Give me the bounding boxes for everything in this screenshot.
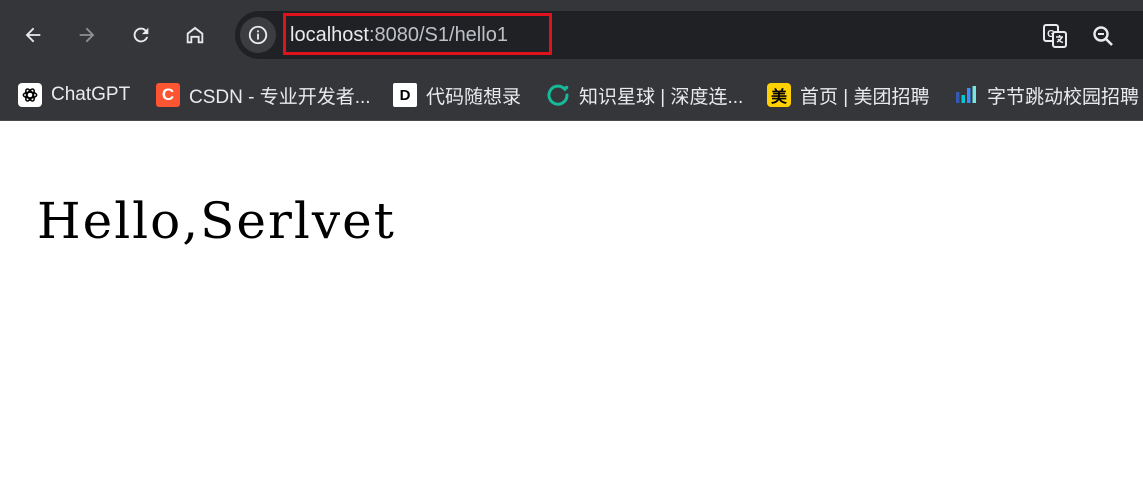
reload-button[interactable] xyxy=(123,17,159,53)
zoom-button[interactable] xyxy=(1089,22,1117,50)
bookmark-zsxq[interactable]: 知识星球 | 深度连... xyxy=(546,78,743,112)
forward-arrow-icon xyxy=(79,27,95,43)
back-button[interactable] xyxy=(15,17,51,53)
home-icon xyxy=(186,26,204,44)
home-button[interactable] xyxy=(177,17,213,53)
bookmark-csdn[interactable]: C CSDN - 专业开发者... xyxy=(156,78,371,112)
bookmark-bytedance[interactable]: 字节跳动校园招聘 xyxy=(954,78,1139,112)
page-heading: Hello,Serlvet xyxy=(37,192,396,250)
forward-button[interactable] xyxy=(69,17,105,53)
page-content: Hello,Serlvet xyxy=(0,121,1143,481)
meituan-icon: 美 xyxy=(767,83,791,107)
bookmark-meituan[interactable]: 美 首页 | 美团招聘 xyxy=(767,78,930,112)
bookmark-label: CSDN - 专业开发者... xyxy=(189,86,371,108)
bookmark-daima[interactable]: D 代码随想录 xyxy=(393,78,521,112)
translate-button[interactable]: G xyxy=(1041,22,1069,50)
browser-toolbar: localhost:8080/S1/hello1 G xyxy=(0,0,1143,70)
info-icon xyxy=(248,25,268,45)
bookmark-label: ChatGPT xyxy=(51,84,131,105)
csdn-icon: C xyxy=(156,83,180,107)
zoom-icon xyxy=(1093,26,1113,46)
bookmark-label: 字节跳动校园招聘 xyxy=(987,86,1140,108)
zsxq-icon xyxy=(546,83,570,107)
chatgpt-icon xyxy=(18,83,42,107)
bookmark-chatgpt[interactable]: ChatGPT xyxy=(18,78,130,112)
bookmarks-bar: ChatGPT C CSDN - 专业开发者... D 代码随想录 知识星球 |… xyxy=(0,70,1143,120)
site-info-button[interactable] xyxy=(240,17,276,53)
bytedance-icon xyxy=(954,83,978,107)
daima-icon: D xyxy=(393,83,417,107)
translate-icon: G xyxy=(1043,24,1067,48)
bookmark-label: 代码随想录 xyxy=(426,86,522,108)
url-highlight-box xyxy=(283,13,552,55)
bookmark-label: 知识星球 | 深度连... xyxy=(579,86,744,108)
reload-icon xyxy=(133,27,149,43)
back-arrow-icon xyxy=(25,27,41,43)
bookmark-label: 首页 | 美团招聘 xyxy=(800,86,930,108)
